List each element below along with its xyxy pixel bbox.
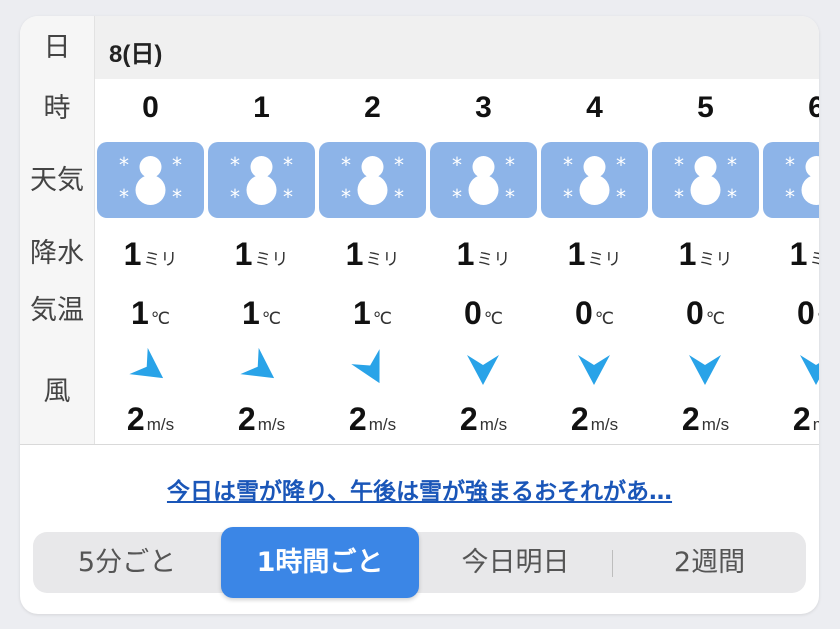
hour-column: 1 * * * * 1 ミリ 1 ℃ 2 m/s (206, 79, 317, 444)
forecast-message-link[interactable]: 今日は雪が降り、午後は雪が強まるおそれがあ… (20, 472, 819, 506)
forecast-card: 日 時 天気 降水 気温 風 8(日) 0 * * * * 1 ミリ 1 ℃ 2 m/s 1 * * * * 1… (20, 16, 819, 614)
precip-value: 1ミリ (678, 236, 733, 272)
hour-label: 4 (586, 91, 603, 124)
temp-value: 0℃ (797, 295, 819, 331)
svg-text:*: * (505, 185, 515, 209)
svg-text:*: * (341, 185, 351, 209)
segment-1hour[interactable]: 1時間ごと (221, 527, 419, 598)
svg-text:*: * (616, 153, 626, 177)
day-header-text: 8(日) (109, 41, 163, 68)
svg-text:*: * (230, 153, 240, 177)
label-weather: 天気 (30, 165, 84, 196)
hourly-columns[interactable]: 0 * * * * 1 ミリ 1 ℃ 2 m/s 1 * * * * 1 ミリ 1 ℃ 2 m/s 2 * * * * 1 ミリ 1 ℃ 2 m… (95, 79, 819, 444)
segment-2weeks[interactable]: 2週間 (613, 532, 806, 593)
hour-label: 3 (475, 91, 492, 124)
svg-text:*: * (230, 185, 240, 209)
svg-text:*: * (394, 153, 404, 177)
svg-text:*: * (119, 153, 129, 177)
wind-arrow-icon (350, 347, 394, 391)
precip-value: 1ミリ (567, 236, 622, 272)
svg-text:*: * (727, 153, 737, 177)
svg-text:*: * (283, 153, 293, 177)
hour-label: 6 (808, 91, 819, 124)
wind-speed-value: 2m/s (459, 401, 508, 437)
svg-text:*: * (341, 153, 351, 177)
svg-text:*: * (785, 185, 795, 209)
label-day: 日 (43, 32, 71, 63)
temp-value: 0℃ (575, 295, 614, 331)
svg-text:*: * (172, 185, 182, 209)
svg-text:*: * (283, 185, 293, 209)
segment-today-tomorrow[interactable]: 今日明日 (419, 532, 612, 593)
precip-value: 1ミリ (123, 236, 178, 272)
label-wind: 風 (43, 376, 71, 407)
hour-label: 0 (142, 91, 159, 124)
hour-label: 2 (364, 91, 381, 124)
precip-value: 1ミリ (345, 236, 400, 272)
wind-arrow-icon (128, 347, 172, 391)
temp-value: 0℃ (464, 295, 503, 331)
wind-arrow-icon (239, 347, 283, 391)
wind-arrow-icon (794, 347, 819, 391)
svg-text:*: * (563, 153, 573, 177)
temp-value: 0℃ (686, 295, 725, 331)
svg-text:*: * (172, 153, 182, 177)
wind-arrow-icon (683, 347, 727, 391)
snow-icon: **** (763, 142, 819, 218)
svg-text:*: * (505, 153, 515, 177)
wind-speed-value: 2m/s (792, 401, 819, 437)
wind-speed-value: 2m/s (570, 401, 619, 437)
hour-label: 1 (253, 91, 270, 124)
snow-icon: * * * * (97, 142, 204, 218)
wind-speed-value: 2m/s (348, 401, 397, 437)
precip-value: 1ミリ (456, 236, 511, 272)
svg-text:*: * (674, 153, 684, 177)
wind-arrow-icon (572, 347, 616, 391)
label-precip: 降水 (30, 238, 84, 269)
snow-icon: * * * * (430, 142, 537, 218)
wind-speed-value: 2m/s (681, 401, 730, 437)
hour-column: 4 * * * * 1 ミリ 0 ℃ 2 m/s (539, 79, 650, 444)
precip-value: 1ミリ (234, 236, 289, 272)
svg-text:*: * (452, 153, 462, 177)
svg-text:*: * (563, 185, 573, 209)
interval-segmented-control: 5分ごと 1時間ごと 今日明日 2週間 (33, 527, 806, 598)
wind-speed-value: 2m/s (237, 401, 286, 437)
hour-label: 5 (697, 91, 714, 124)
snow-icon: * * * * (319, 142, 426, 218)
hour-column: 6****1ミリ0℃2m/s (761, 79, 819, 444)
hour-column: 3 * * * * 1 ミリ 0 ℃ 2 m/s (428, 79, 539, 444)
snow-icon: * * * * (652, 142, 759, 218)
segment-5min[interactable]: 5分ごと (33, 532, 221, 593)
label-hour: 時 (43, 93, 71, 124)
temp-value: 1 ℃ (242, 295, 281, 331)
svg-text:*: * (674, 185, 684, 209)
svg-text:*: * (727, 185, 737, 209)
day-header: 8(日) (95, 16, 819, 79)
svg-text:*: * (394, 185, 404, 209)
divider (20, 444, 819, 445)
snow-icon: * * * * (208, 142, 315, 218)
wind-arrow-icon (461, 347, 505, 391)
label-temp: 気温 (30, 295, 84, 326)
row-label-column: 日 時 天気 降水 気温 風 (20, 16, 95, 444)
temp-value: 1 ℃ (353, 295, 392, 331)
svg-text:*: * (452, 185, 462, 209)
svg-text:*: * (119, 185, 129, 209)
wind-speed-value: 2m/s (126, 401, 175, 437)
temp-value: 1 ℃ (131, 295, 170, 331)
hour-column: 0 * * * * 1 ミリ 1 ℃ 2 m/s (95, 79, 206, 444)
precip-value: 1ミリ (789, 236, 819, 272)
hour-column: 5 * * * * 1 ミリ 0 ℃ 2 m/s (650, 79, 761, 444)
hour-column: 2 * * * * 1 ミリ 1 ℃ 2 m/s (317, 79, 428, 444)
snow-icon: * * * * (541, 142, 648, 218)
svg-text:*: * (785, 153, 795, 177)
svg-text:*: * (616, 185, 626, 209)
